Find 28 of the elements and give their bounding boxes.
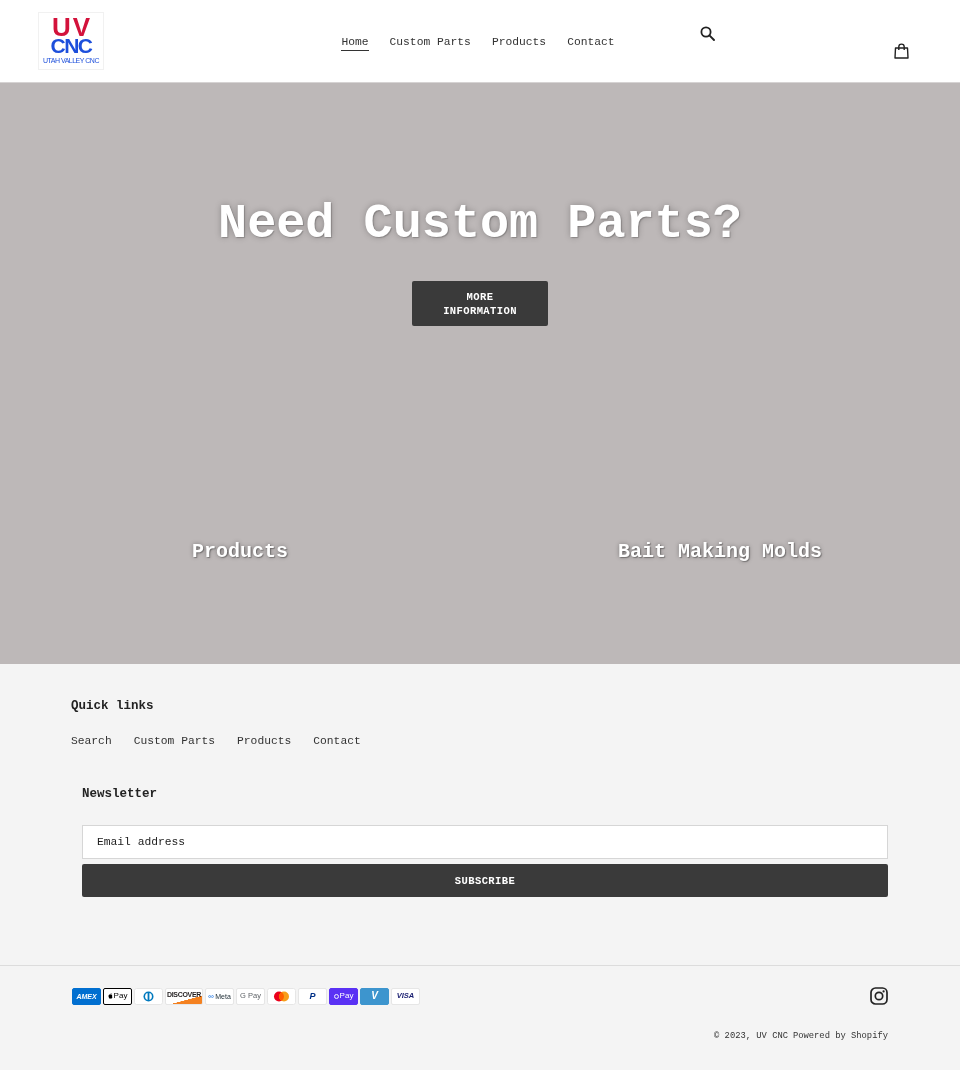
more-info-button[interactable]: MORE INFORMATION [412,281,548,326]
footer-link[interactable]: Contact [313,733,361,749]
footer-link[interactable]: Search [71,733,112,749]
nav-link[interactable]: Custom Parts [389,36,471,51]
nav-link[interactable]: Home [341,36,369,51]
copyright-text: © 2023, UV CNC [714,1030,788,1042]
subscribe-button[interactable]: SUBSCRIBE [82,864,888,897]
apple-icon [107,993,113,999]
footer-heading: Quick links [71,698,154,715]
shopping-bag-icon[interactable] [894,43,909,59]
email-field[interactable]: Email address [82,825,888,859]
hero-heading: Need Custom Parts? [218,196,742,254]
powered-by-link[interactable]: Powered by Shopify [792,1030,888,1042]
nav-link[interactable]: Contact [567,36,615,51]
payment-icon [267,987,296,1005]
footer-heading: Newsletter [82,786,157,803]
payment-badge: P [298,987,327,1005]
footer-link[interactable]: Custom Parts [133,733,216,749]
payment-icon [134,987,163,1005]
nav-link[interactable]: Products [491,36,547,51]
payment-text: Pay [339,992,354,1000]
infinity-icon [208,994,215,998]
payment-text: Pay [113,992,128,1000]
footer-link[interactable]: Products [237,733,292,749]
payment-badge: V [360,987,389,1005]
search-icon[interactable] [699,26,715,41]
ring-icon [333,993,339,999]
instagram-icon[interactable] [870,987,888,1005]
